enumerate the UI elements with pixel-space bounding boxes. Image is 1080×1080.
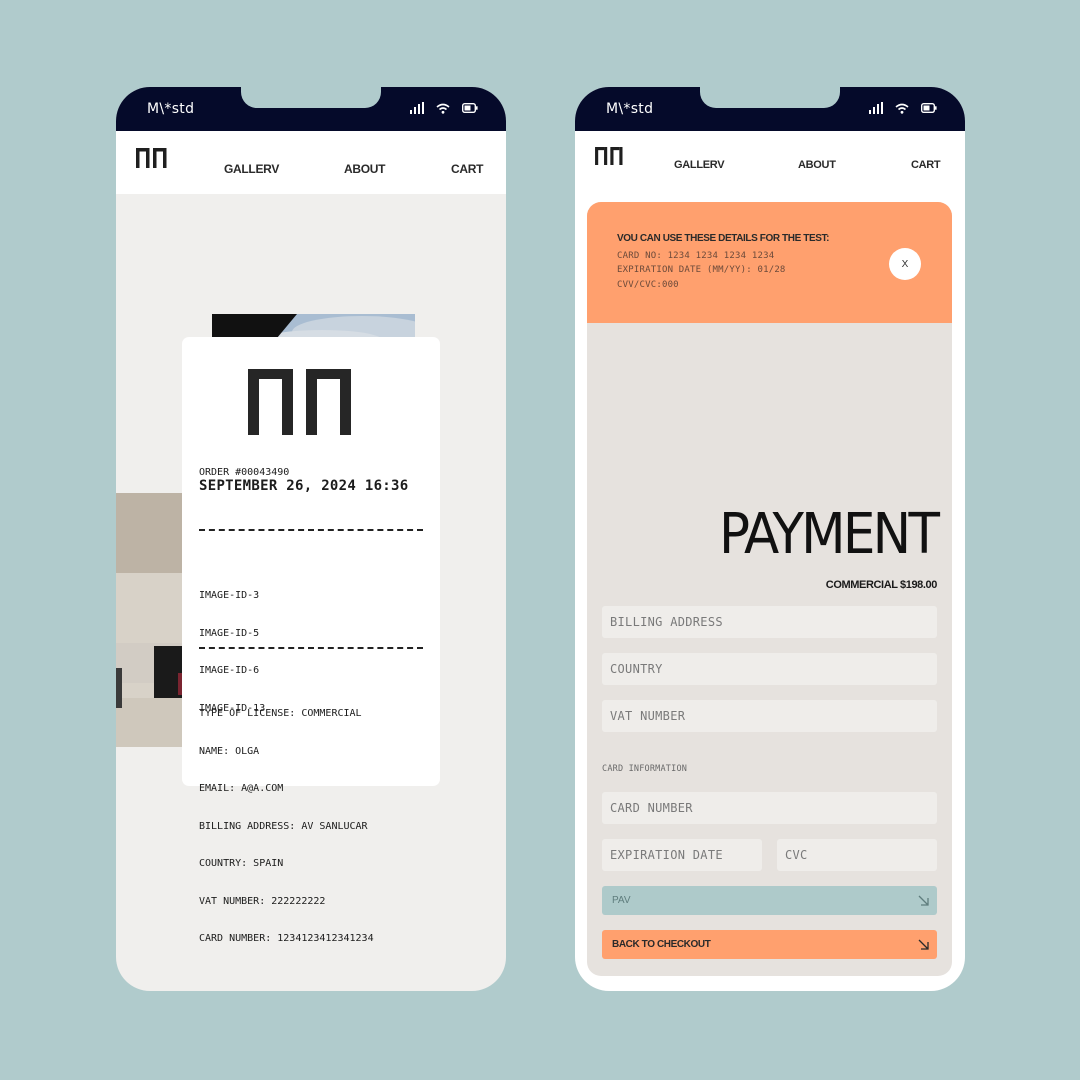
page-title: PAYMENT [718, 502, 940, 567]
order-date: SEPTEMBER 26, 2024 16:36 [199, 478, 409, 494]
back-to-checkout-button[interactable]: BACK TO CHECKOUT [602, 930, 937, 959]
phone-payment: M\*std GALLERV ABOUT CART VOU CAN USE TH… [575, 87, 965, 991]
list-item: IMAGE-ID-5 [199, 627, 260, 639]
order-price: COMMERCIAL $198.00 [825, 579, 938, 591]
nav-link-gallery[interactable]: GALLERV [224, 162, 279, 176]
navbar: GALLERV ABOUT CART [575, 131, 965, 191]
back-button-label: BACK TO CHECKOUT [612, 939, 711, 950]
carrier-label: M\*std [606, 101, 654, 117]
nav-link-gallery[interactable]: GALLERV [674, 159, 725, 171]
banner-expiration: EXPIRATION DATE (MM/YY): 01/28 [617, 265, 786, 275]
list-item: IMAGE-ID-6 [199, 665, 260, 676]
nav-link-about[interactable]: ABOUT [344, 162, 385, 176]
pay-button-label: PAV [612, 895, 631, 906]
vat-number-field[interactable] [602, 700, 937, 732]
test-details-banner: VOU CAN USE THESE DETAILS FOR THE TEST: … [587, 202, 952, 323]
phone-notch [700, 87, 840, 108]
banner-cvv: CVV/CVC:000 [617, 280, 679, 290]
list-item: IMAGE-ID-3 [199, 590, 260, 601]
phone-order-receipt: M\*std GALLERV ABOUT CART ORDER #0004349… [116, 87, 506, 991]
navbar: GALLERV ABOUT CART [116, 131, 506, 194]
nn-logo[interactable] [136, 148, 167, 172]
pay-button[interactable]: PAV [602, 886, 937, 915]
card-number-field[interactable] [602, 792, 937, 824]
battery-icon [921, 103, 937, 113]
order-details: TYPE OF LICENSE: COMMERCIAL NAME: OLGA E… [199, 683, 374, 971]
battery-icon [462, 103, 478, 113]
card-information-label: CARD INFORMATION [602, 764, 688, 774]
wifi-icon [436, 103, 450, 114]
wifi-icon [895, 103, 909, 114]
detail-card: CARD NUMBER: 1234123412341234 [199, 933, 374, 944]
arrow-down-right-icon [918, 895, 929, 909]
receipt-divider [199, 647, 423, 649]
country-field[interactable] [602, 653, 937, 685]
nn-logo[interactable] [595, 147, 623, 169]
receipt-divider [199, 529, 423, 531]
cvc-field[interactable] [777, 839, 937, 871]
payment-panel: VOU CAN USE THESE DETAILS FOR THE TEST: … [587, 202, 952, 976]
gallery-photo-interior [116, 493, 184, 747]
detail-billing: BILLING ADDRESS: AV SANLUCAR [199, 820, 368, 832]
receipt-nn-logo [248, 369, 352, 439]
detail-name: NAME: OLGA [199, 745, 260, 757]
phone-notch [241, 87, 381, 108]
nav-link-cart[interactable]: CART [911, 159, 941, 171]
arrow-down-right-icon [918, 939, 929, 953]
close-banner-button[interactable]: X [889, 248, 921, 280]
signal-icon [869, 102, 883, 114]
detail-country: COUNTRY: SPAIN [199, 858, 284, 869]
signal-icon [410, 102, 424, 114]
nav-link-about[interactable]: ABOUT [798, 159, 836, 171]
carrier-label: M\*std [147, 101, 195, 117]
order-receipt-card: ORDER #00043490 SEPTEMBER 26, 2024 16:36… [182, 337, 440, 944]
detail-vat: VAT NUMBER: 222222222 [199, 895, 326, 907]
banner-card-number: CARD NO: 1234 1234 1234 1234 [617, 251, 775, 261]
detail-license: TYPE OF LICENSE: COMMERCIAL [199, 708, 362, 719]
detail-email: EMAIL: A@A.COM [199, 783, 284, 794]
expiration-date-field[interactable] [602, 839, 762, 871]
billing-address-field[interactable] [602, 606, 937, 638]
banner-title: VOU CAN USE THESE DETAILS FOR THE TEST: [617, 233, 830, 244]
nav-link-cart[interactable]: CART [451, 162, 483, 176]
